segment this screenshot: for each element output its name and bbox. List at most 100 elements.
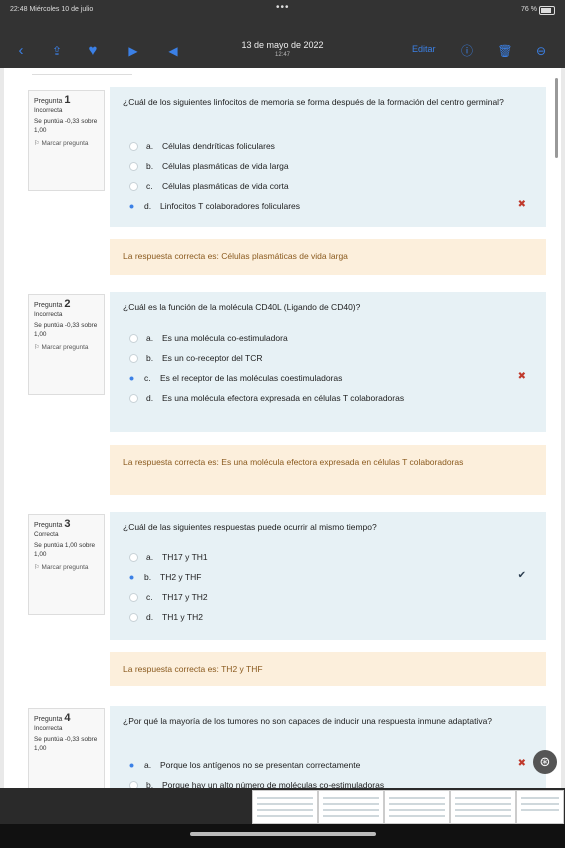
radio-button[interactable]: [129, 394, 138, 404]
option-text: TH2 y THF: [160, 572, 202, 582]
option-letter: a.: [144, 760, 152, 770]
answer-option-selected[interactable]: a. Porque los antígenos no se presentan c…: [129, 758, 360, 772]
correct-answer-text: La respuesta correcta es: Células plasmá…: [123, 251, 348, 261]
question-text: ¿Cuál de los siguientes linfocitos de me…: [123, 97, 504, 107]
radio-button[interactable]: [129, 142, 138, 152]
answer-option[interactable]: b. Es un co-receptor del TCR: [129, 351, 262, 365]
scrollbar[interactable]: [555, 68, 559, 788]
photo-thumbnail[interactable]: [384, 790, 450, 824]
battery-icon: [539, 6, 555, 15]
question-box: ¿Cuál es la función de la molécula CD40L…: [110, 292, 546, 432]
feedback-box: La respuesta correcta es: TH2 y THF: [110, 652, 546, 686]
battery-percent: 76 %: [521, 6, 537, 13]
option-text: Células dendríticas foliculares: [162, 141, 275, 151]
question-number: 1: [64, 94, 71, 106]
answer-option[interactable]: b. Porque hay un alto número de moléculas…: [129, 778, 384, 788]
top-bar: 22:48 Miércoles 10 de julio ••• 76 % ‹ ⇪…: [0, 0, 565, 68]
question-label: Pregunta: [34, 302, 63, 309]
answer-option[interactable]: b. Células plasmáticas de vida larga: [129, 159, 289, 173]
nav-title: 13 de mayo de 2022 12:47: [200, 40, 365, 58]
photo-thumbnail[interactable]: [252, 790, 318, 824]
option-letter: d.: [146, 393, 154, 403]
answer-option-selected[interactable]: b. TH2 y THF: [129, 570, 201, 584]
info-icon[interactable]: ⓘ: [458, 42, 476, 60]
option-text: Es el receptor de las moléculas coestimu…: [160, 373, 343, 383]
answer-option[interactable]: a. TH17 y TH1: [129, 550, 208, 564]
status-time-date: 22:48 Miércoles 10 de julio: [10, 6, 94, 13]
incorrect-icon: ✖: [517, 758, 526, 769]
radio-button-selected[interactable]: [129, 575, 134, 580]
question-info: Pregunta 2 Incorrecta Se puntúa -0,33 so…: [28, 294, 105, 395]
option-text: Células plasmáticas de vida corta: [162, 181, 289, 191]
photo-thumbnail[interactable]: [516, 790, 564, 824]
flag-label: Marcar pregunta: [41, 344, 89, 351]
live-text-icon[interactable]: ⊛: [533, 750, 557, 774]
heart-icon[interactable]: ♥: [84, 42, 102, 60]
radio-button[interactable]: [129, 162, 138, 172]
option-letter: d.: [146, 612, 154, 622]
question-state: Incorrecta: [34, 724, 63, 732]
question-box: ¿Cuál de las siguientes respuestas puede…: [110, 512, 546, 640]
option-letter: d.: [144, 201, 152, 211]
question-score: Se puntúa -0,33 sobre 1,00: [34, 736, 98, 752]
answer-option[interactable]: d. Es una molécula efectora expresada en …: [129, 391, 404, 405]
home-indicator[interactable]: [190, 832, 376, 836]
incorrect-icon: ✖: [517, 199, 526, 210]
radio-button-selected[interactable]: [129, 763, 134, 768]
option-letter: b.: [146, 161, 154, 171]
radio-button-selected[interactable]: [129, 204, 134, 209]
answer-option[interactable]: a. Es una molécula co-estimuladora: [129, 331, 288, 345]
question-label: Pregunta: [34, 98, 63, 105]
option-text: Porque los antígenos no se presentan cor…: [160, 760, 361, 770]
radio-button[interactable]: [129, 781, 138, 788]
radio-button[interactable]: [129, 334, 138, 344]
answer-option-selected[interactable]: d. Linfocitos T colaboradores foliculares: [129, 199, 300, 213]
photo-thumbnail[interactable]: [318, 790, 384, 824]
option-letter: c.: [146, 592, 153, 602]
flag-question-link[interactable]: ⚐ Marcar pregunta: [34, 344, 100, 353]
question-number: 4: [64, 712, 71, 724]
option-text: Es una molécula efectora expresada en cé…: [162, 393, 405, 403]
option-letter: b.: [146, 353, 154, 363]
question-box: ¿Por qué la mayoría de los tumores no so…: [110, 706, 546, 788]
answer-option[interactable]: c. TH17 y TH2: [129, 590, 208, 604]
answer-option-selected[interactable]: c. Es el receptor de las moléculas coesti…: [129, 371, 342, 385]
question-info: Pregunta 4 Incorrecta Se puntúa -0,33 so…: [28, 708, 105, 788]
option-letter: c.: [144, 373, 151, 383]
share-icon[interactable]: ⇪: [48, 42, 66, 60]
answer-option[interactable]: d. TH1 y TH2: [129, 610, 203, 624]
question-info: Pregunta 1 Incorrecta Se puntúa -0,33 so…: [28, 90, 105, 191]
answer-option[interactable]: c. Células plasmáticas de vida corta: [129, 179, 289, 193]
radio-button[interactable]: [129, 354, 138, 364]
flag-icon: ⚐: [34, 564, 42, 571]
multitask-dots[interactable]: •••: [276, 2, 290, 13]
quiz-page: Pregunta 1 Incorrecta Se puntúa -0,33 so…: [4, 68, 561, 788]
option-letter: b.: [146, 780, 154, 788]
photo-time: 12:47: [274, 52, 290, 58]
trash-icon[interactable]: 🗑: [496, 42, 514, 60]
flag-question-link[interactable]: ⚐ Marcar pregunta: [34, 564, 100, 573]
play-icon[interactable]: ▶: [124, 42, 142, 60]
feedback-box: La respuesta correcta es: Células plasmá…: [110, 239, 546, 275]
flag-label: Marcar pregunta: [41, 564, 89, 571]
question-label: Pregunta: [34, 522, 63, 529]
scrollbar-thumb[interactable]: [555, 78, 558, 158]
question-text: ¿Por qué la mayoría de los tumores no so…: [123, 716, 493, 726]
radio-button[interactable]: [129, 553, 138, 563]
edit-button[interactable]: Editar: [412, 44, 436, 54]
correct-icon: ✔: [517, 570, 526, 581]
radio-button[interactable]: [129, 182, 138, 192]
radio-button[interactable]: [129, 593, 138, 603]
thumbnail-strip[interactable]: [0, 788, 565, 824]
flag-label: Marcar pregunta: [41, 140, 89, 147]
sound-icon[interactable]: ◀: [164, 42, 182, 60]
question-info: Pregunta 3 Correcta Se puntúa 1,00 sobre…: [28, 514, 105, 615]
radio-button-selected[interactable]: [129, 376, 134, 381]
more-icon[interactable]: ⊖: [532, 42, 550, 60]
option-text: Porque hay un alto número de moléculas c…: [162, 780, 385, 788]
flag-question-link[interactable]: ⚐ Marcar pregunta: [34, 140, 100, 149]
back-icon[interactable]: ‹: [12, 42, 30, 60]
photo-thumbnail[interactable]: [450, 790, 516, 824]
answer-option[interactable]: a. Células dendríticas foliculares: [129, 139, 275, 153]
radio-button[interactable]: [129, 613, 138, 623]
